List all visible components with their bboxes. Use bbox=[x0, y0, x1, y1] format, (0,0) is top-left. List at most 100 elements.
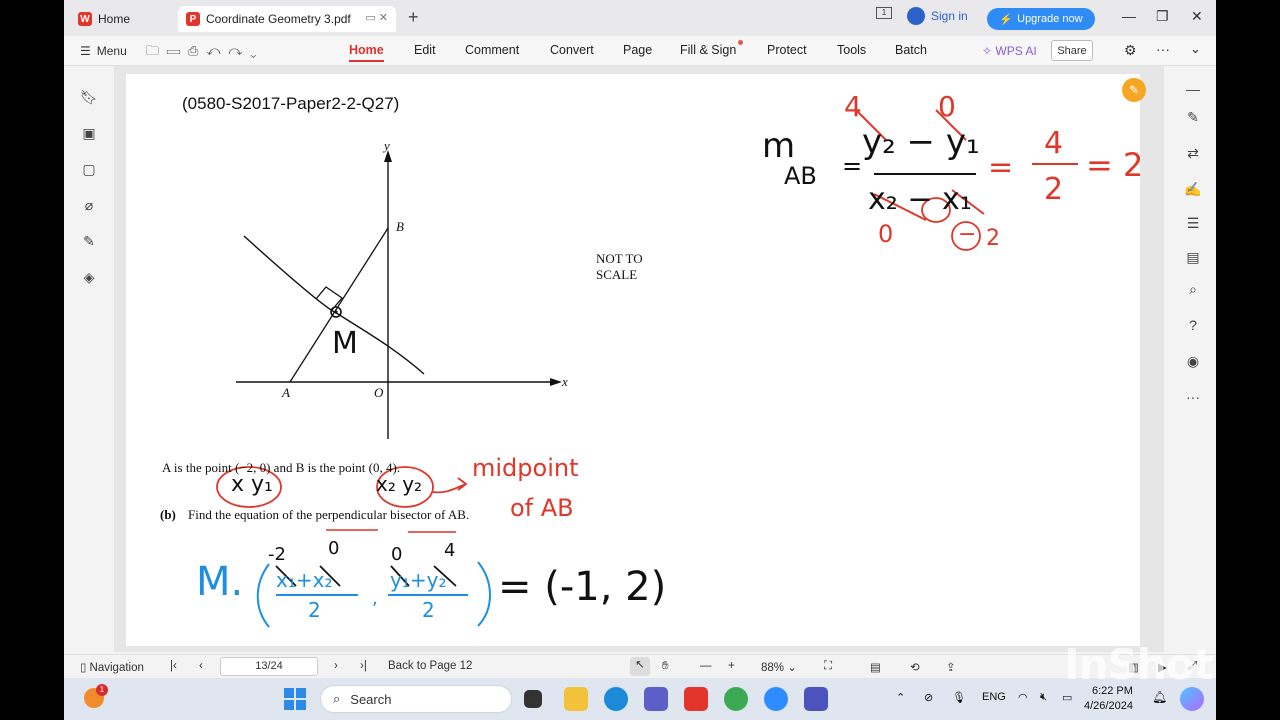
open-folder-icon[interactable]: 🗀 bbox=[146, 43, 167, 58]
new-tab-button[interactable]: + bbox=[408, 7, 419, 28]
teams-new-icon[interactable] bbox=[804, 687, 828, 711]
tab-nav-fill-sign[interactable]: Fill & Sign bbox=[680, 43, 736, 57]
bookmark-icon[interactable]: 🔖︎ bbox=[80, 88, 98, 106]
tab-document[interactable]: P Coordinate Geometry 3.pdf ▭ ✕ bbox=[178, 6, 396, 32]
tab-home-label: Home bbox=[98, 12, 131, 26]
layers-icon[interactable]: ◈ bbox=[80, 268, 98, 286]
tab-nav-home[interactable]: Home bbox=[349, 43, 384, 62]
next-page-icon[interactable]: › bbox=[334, 660, 338, 672]
volume-icon[interactable]: 🔇︎ bbox=[1040, 691, 1047, 704]
tab-nav-edit[interactable]: Edit bbox=[414, 43, 436, 57]
upgrade-button[interactable]: ⚡ Upgrade now bbox=[987, 8, 1095, 30]
tab-bar: W Home P Coordinate Geometry 3.pdf ▭ ✕ +… bbox=[64, 0, 1216, 36]
undo-icon[interactable]: ↶ bbox=[206, 43, 228, 58]
hand-tool-icon[interactable]: ✋︎ bbox=[662, 660, 669, 673]
attachment-icon[interactable]: ⌀ bbox=[80, 196, 98, 214]
file-explorer-icon[interactable] bbox=[564, 687, 588, 711]
eye-settings-icon[interactable]: ◉ bbox=[1184, 352, 1202, 370]
upgrade-label: Upgrade now bbox=[1017, 13, 1083, 25]
pdf-page[interactable]: (0580-S2017-Paper2-2-Q27) y x B A O M NO… bbox=[126, 74, 1140, 646]
first-page-icon[interactable]: |‹ bbox=[170, 660, 177, 672]
print-icon[interactable]: ⎙ bbox=[188, 43, 206, 58]
minimize-panel-icon[interactable]: — bbox=[1184, 80, 1202, 98]
annot-grad-ab: AB bbox=[784, 162, 817, 190]
last-page-icon[interactable]: ›| bbox=[360, 660, 367, 672]
close-window-button[interactable]: ✕ bbox=[1191, 8, 1203, 25]
export-icon[interactable]: ⇪ bbox=[946, 660, 956, 674]
chrome-icon[interactable] bbox=[724, 687, 748, 711]
arrow-to-midpoint bbox=[432, 477, 468, 494]
menu-button[interactable]: ☰ Menu bbox=[80, 44, 127, 58]
zoom-in-icon[interactable]: + bbox=[728, 660, 735, 672]
scan-icon[interactable]: ▤ bbox=[1184, 248, 1202, 266]
microphone-icon[interactable]: 🎙︎ bbox=[952, 691, 966, 704]
battery-icon[interactable]: ▭ bbox=[1062, 691, 1072, 704]
signature-icon[interactable]: ✎ bbox=[80, 232, 98, 250]
annot-frac-2: 2 bbox=[1044, 172, 1064, 207]
tab-close-icon[interactable]: ▭ ✕ bbox=[365, 11, 388, 24]
text-compare-icon[interactable]: ☰ bbox=[1184, 214, 1202, 232]
wifi-icon[interactable]: ◠ bbox=[1018, 691, 1028, 704]
sign-icon[interactable]: ✍ bbox=[1184, 180, 1202, 198]
settings-gear-icon[interactable]: ⚙ bbox=[1124, 42, 1137, 59]
prev-page-icon[interactable]: ‹ bbox=[199, 660, 203, 672]
task-view-icon[interactable] bbox=[524, 690, 542, 708]
sign-in-button[interactable]: Sign in bbox=[907, 7, 968, 25]
tab-home[interactable]: W Home bbox=[68, 6, 174, 32]
zoom-level-select[interactable]: 88% ⌄ bbox=[761, 660, 797, 674]
thumbnail-icon[interactable]: ▣ bbox=[80, 124, 98, 142]
back-to-page-link[interactable]: Back to Page 12 bbox=[388, 660, 472, 672]
more-icon[interactable]: ··· bbox=[1156, 41, 1170, 57]
tray-chevron-icon[interactable]: ⌃ bbox=[896, 691, 905, 704]
help-icon[interactable]: ? bbox=[1184, 316, 1202, 334]
rotate-icon[interactable]: ⟲ bbox=[910, 660, 920, 674]
chevron-down-icon[interactable]: ⌄ bbox=[250, 43, 264, 58]
pdf-icon: P bbox=[186, 12, 200, 26]
edge-browser-icon[interactable] bbox=[604, 687, 628, 711]
annot-result: = (-1, 2) bbox=[498, 564, 667, 610]
language-indicator[interactable]: ENG bbox=[982, 691, 1006, 703]
tab-manager-icon[interactable]: 1 bbox=[876, 7, 892, 19]
more-tools-icon[interactable]: ··· bbox=[1184, 388, 1202, 406]
taskbar-search[interactable]: ⌕ Search bbox=[320, 685, 512, 713]
minimize-button[interactable]: — bbox=[1122, 8, 1136, 24]
tab-nav-protect[interactable]: Protect bbox=[767, 43, 807, 57]
fit-page-icon[interactable]: ⛶ bbox=[824, 660, 832, 673]
hamburger-icon: ☰ bbox=[80, 44, 91, 58]
convert-icon[interactable]: ⇄ bbox=[1184, 144, 1202, 162]
zoom-app-icon[interactable] bbox=[764, 687, 788, 711]
close-paren-blue bbox=[477, 561, 491, 627]
zoom-out-icon[interactable]: — bbox=[700, 660, 712, 672]
share-button[interactable]: Share bbox=[1051, 40, 1093, 61]
annot-grad-top-4: 4 bbox=[844, 90, 862, 123]
document-viewport[interactable]: (0580-S2017-Paper2-2-Q27) y x B A O M NO… bbox=[114, 66, 1210, 652]
tab-nav-convert[interactable]: Convert bbox=[550, 43, 594, 57]
navigation-toggle[interactable]: ▯ Navigation bbox=[80, 660, 144, 674]
bell-icon[interactable]: 🔔︎ bbox=[1152, 690, 1167, 704]
start-windows-icon[interactable] bbox=[284, 688, 306, 710]
tab-nav-tools[interactable]: Tools bbox=[837, 43, 866, 57]
not-to-scale-line-2: SCALE bbox=[596, 267, 638, 282]
security-icon[interactable]: ⊘ bbox=[924, 691, 933, 704]
view-mode-icon[interactable]: ▤ bbox=[870, 660, 881, 674]
select-cursor-icon[interactable]: ↖ bbox=[630, 657, 650, 676]
axis-label-y: y bbox=[384, 138, 390, 153]
wps-office-icon[interactable] bbox=[684, 687, 708, 711]
teams-icon[interactable] bbox=[644, 687, 668, 711]
tab-nav-batch[interactable]: Batch bbox=[895, 43, 927, 57]
edit-doc-icon[interactable]: ✎ bbox=[1184, 108, 1202, 126]
tab-nav-page[interactable]: Page bbox=[623, 43, 652, 57]
redo-icon[interactable]: ↷ bbox=[228, 43, 250, 58]
clock-date: 4/26/2024 bbox=[1084, 700, 1133, 712]
search-icon: ⌕ bbox=[333, 691, 341, 706]
maximize-button[interactable]: ❐ bbox=[1156, 8, 1169, 25]
collapse-chevron-icon[interactable]: ⌄ bbox=[1190, 41, 1201, 57]
copilot-icon[interactable] bbox=[1180, 687, 1204, 711]
wps-ai-button[interactable]: ✧ WPS AI bbox=[982, 44, 1037, 58]
page-number-input[interactable]: 13/24 bbox=[220, 657, 318, 676]
edit-pen-icon[interactable]: ✎ bbox=[1122, 78, 1146, 102]
comment-icon[interactable]: ▢ bbox=[80, 160, 98, 178]
save-icon[interactable]: ▭ bbox=[167, 43, 188, 58]
search-icon[interactable]: ⌕ bbox=[1184, 280, 1202, 298]
tab-nav-comment[interactable]: Comment bbox=[465, 43, 519, 57]
